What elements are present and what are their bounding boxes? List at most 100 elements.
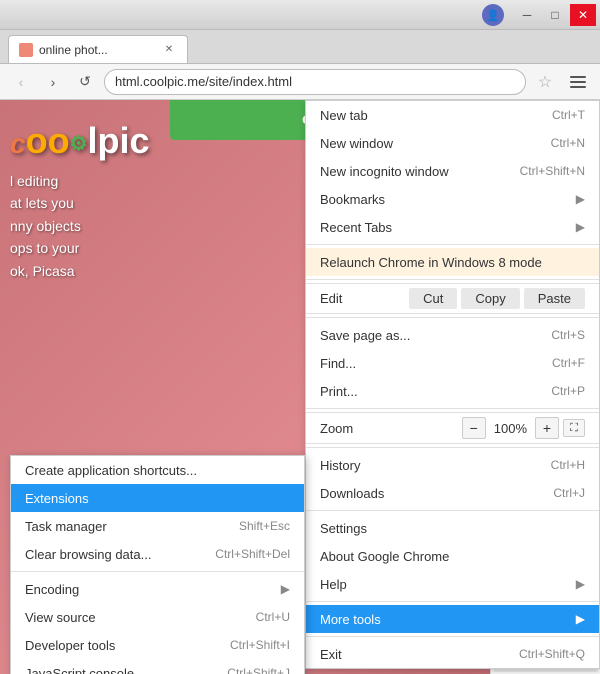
- new-window-label: New window: [320, 136, 393, 151]
- menu-sep7: [306, 601, 599, 602]
- menu-sep3: [306, 317, 599, 318]
- active-tab[interactable]: online phot... ✕: [8, 35, 188, 63]
- menu-sep6: [306, 510, 599, 511]
- downloads-item[interactable]: Downloads Ctrl+J: [306, 479, 599, 507]
- dev-tools-shortcut: Ctrl+Shift+I: [230, 638, 290, 652]
- menu-sep1: [306, 244, 599, 245]
- menu-sep4: [306, 408, 599, 409]
- clear-browsing-item[interactable]: Clear browsing data... Ctrl+Shift+Del: [11, 540, 304, 568]
- save-page-label: Save page as...: [320, 328, 410, 343]
- paste-button[interactable]: Paste: [524, 288, 585, 309]
- avatar: 👤: [482, 4, 504, 26]
- print-label: Print...: [320, 384, 358, 399]
- find-shortcut: Ctrl+F: [552, 356, 585, 370]
- new-window-shortcut: Ctrl+N: [551, 136, 585, 150]
- encoding-item[interactable]: Encoding ▶: [11, 575, 304, 603]
- menu-icon-line1: [570, 76, 586, 78]
- copy-button[interactable]: Copy: [461, 288, 519, 309]
- bookmark-star-button[interactable]: ☆: [532, 69, 558, 95]
- bookmarks-label: Bookmarks: [320, 192, 385, 207]
- new-window-item[interactable]: New window Ctrl+N: [306, 129, 599, 157]
- chrome-menu: New tab Ctrl+T New window Ctrl+N New inc…: [305, 100, 600, 669]
- zoom-in-button[interactable]: +: [535, 417, 559, 439]
- more-tools-sep1: [11, 571, 304, 572]
- help-item[interactable]: Help ▶: [306, 570, 599, 598]
- recent-tabs-label: Recent Tabs: [320, 220, 392, 235]
- find-item[interactable]: Find... Ctrl+F: [306, 349, 599, 377]
- close-button[interactable]: ✕: [570, 4, 596, 26]
- zoom-row: Zoom − 100% + ⛶: [306, 412, 599, 444]
- chrome-menu-button[interactable]: [564, 69, 592, 95]
- bookmarks-item[interactable]: Bookmarks ▶: [306, 185, 599, 213]
- maximize-button[interactable]: □: [542, 4, 568, 26]
- new-incognito-shortcut: Ctrl+Shift+N: [520, 164, 585, 178]
- tab-close-button[interactable]: ✕: [161, 42, 177, 58]
- tab-label: online phot...: [39, 43, 108, 57]
- zoom-value: 100%: [494, 421, 527, 436]
- extensions-item[interactable]: Extensions: [11, 484, 304, 512]
- help-arrow: ▶: [576, 577, 585, 591]
- zoom-label: Zoom: [320, 421, 458, 436]
- downloads-label: Downloads: [320, 486, 384, 501]
- help-label: Help: [320, 577, 347, 592]
- find-label: Find...: [320, 356, 356, 371]
- more-tools-item[interactable]: More tools ▶: [306, 605, 599, 633]
- encoding-label: Encoding: [25, 582, 79, 597]
- more-tools-label: More tools: [320, 612, 381, 627]
- exit-item[interactable]: Exit Ctrl+Shift+Q: [306, 640, 599, 668]
- new-incognito-item[interactable]: New incognito window Ctrl+Shift+N: [306, 157, 599, 185]
- print-shortcut: Ctrl+P: [551, 384, 585, 398]
- create-shortcuts-label: Create application shortcuts...: [25, 463, 197, 478]
- downloads-shortcut: Ctrl+J: [553, 486, 585, 500]
- more-tools-arrow: ▶: [576, 612, 585, 626]
- address-input[interactable]: [104, 69, 526, 95]
- tab-favicon: [19, 43, 33, 57]
- bookmarks-arrow: ▶: [576, 192, 585, 206]
- js-console-item[interactable]: JavaScript console Ctrl+Shift+J: [11, 659, 304, 674]
- clear-browsing-label: Clear browsing data...: [25, 547, 151, 562]
- history-item[interactable]: History Ctrl+H: [306, 451, 599, 479]
- zoom-fullscreen-button[interactable]: ⛶: [563, 419, 585, 437]
- save-page-item[interactable]: Save page as... Ctrl+S: [306, 321, 599, 349]
- task-manager-label: Task manager: [25, 519, 107, 534]
- view-source-item[interactable]: View source Ctrl+U: [11, 603, 304, 631]
- clear-browsing-shortcut: Ctrl+Shift+Del: [215, 547, 290, 561]
- dev-tools-label: Developer tools: [25, 638, 115, 653]
- cut-button[interactable]: Cut: [409, 288, 457, 309]
- new-tab-shortcut: Ctrl+T: [552, 108, 585, 122]
- tab-bar: online phot... ✕: [0, 30, 600, 64]
- reload-button[interactable]: ↺: [72, 69, 98, 95]
- about-chrome-label: About Google Chrome: [320, 549, 449, 564]
- task-manager-shortcut: Shift+Esc: [239, 519, 290, 533]
- menu-icon-line2: [570, 81, 586, 83]
- js-console-shortcut: Ctrl+Shift+J: [227, 666, 290, 674]
- page-content: coolpic coo⚙lpic l editing at lets you n…: [0, 100, 600, 674]
- exit-label: Exit: [320, 647, 342, 662]
- task-manager-item[interactable]: Task manager Shift+Esc: [11, 512, 304, 540]
- menu-sep5: [306, 447, 599, 448]
- dev-tools-item[interactable]: Developer tools Ctrl+Shift+I: [11, 631, 304, 659]
- new-tab-label: New tab: [320, 108, 368, 123]
- js-console-label: JavaScript console: [25, 666, 134, 674]
- back-button[interactable]: ‹: [8, 69, 34, 95]
- zoom-out-button[interactable]: −: [462, 417, 486, 439]
- relaunch-item[interactable]: Relaunch Chrome in Windows 8 mode: [306, 248, 599, 276]
- new-incognito-label: New incognito window: [320, 164, 449, 179]
- forward-button[interactable]: ›: [40, 69, 66, 95]
- menu-sep8: [306, 636, 599, 637]
- edit-label: Edit: [320, 291, 405, 306]
- print-item[interactable]: Print... Ctrl+P: [306, 377, 599, 405]
- more-tools-menu: Create application shortcuts... Extensio…: [10, 455, 305, 674]
- recent-tabs-item[interactable]: Recent Tabs ▶: [306, 213, 599, 241]
- settings-item[interactable]: Settings: [306, 514, 599, 542]
- exit-shortcut: Ctrl+Shift+Q: [519, 647, 585, 661]
- history-label: History: [320, 458, 360, 473]
- address-bar: ‹ › ↺ ☆: [0, 64, 600, 100]
- dropdown-overlay: Create application shortcuts... Extensio…: [0, 100, 600, 674]
- window-controls: 👤 ─ □ ✕: [514, 4, 596, 26]
- about-chrome-item[interactable]: About Google Chrome: [306, 542, 599, 570]
- create-shortcuts-item[interactable]: Create application shortcuts...: [11, 456, 304, 484]
- minimize-button[interactable]: ─: [514, 4, 540, 26]
- history-shortcut: Ctrl+H: [551, 458, 585, 472]
- new-tab-item[interactable]: New tab Ctrl+T: [306, 101, 599, 129]
